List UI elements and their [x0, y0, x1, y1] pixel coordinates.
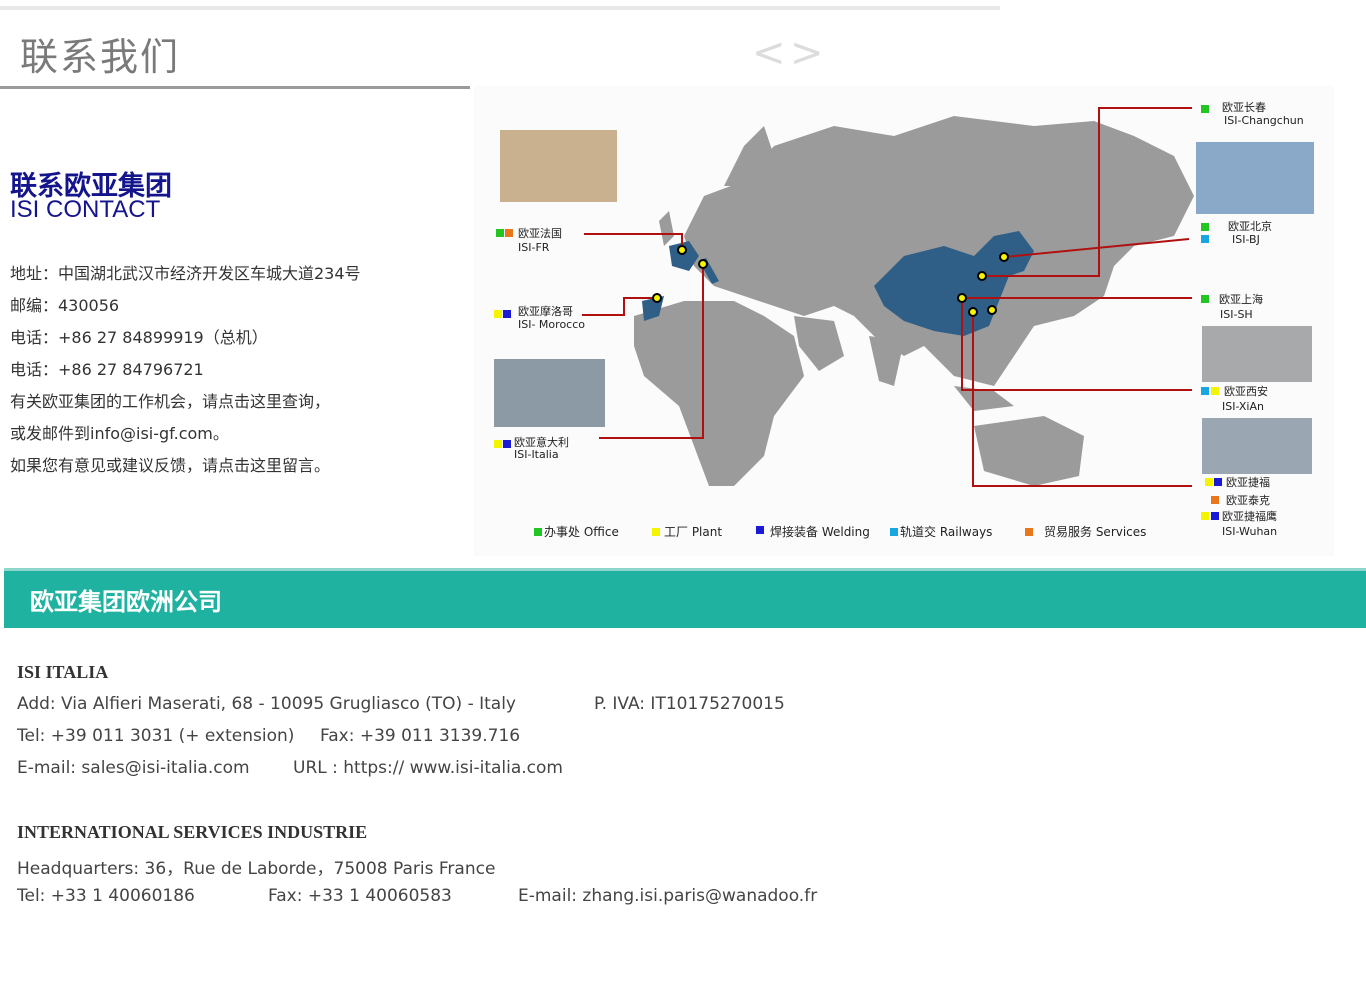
- label-wuhan-2: 欧亚泰克: [1226, 493, 1270, 507]
- label-italia-cn: 欧亚意大利: [514, 435, 569, 449]
- feedback-link[interactable]: 如果您有意见或建议反馈，请点击这里留言。: [10, 456, 330, 475]
- legend-office: 办事处 Office: [544, 524, 619, 539]
- jobs-link[interactable]: 有关欧亚集团的工作机会，请点击这里查询，: [10, 392, 330, 411]
- italia-fax: Fax: +39 011 3139.716: [320, 726, 521, 746]
- italia-address: Add: Via Alfieri Maserati, 68 - 10095 Gr…: [17, 694, 516, 714]
- chevron-left-icon[interactable]: <: [752, 30, 786, 76]
- label-sh-cn: 欧亚上海: [1219, 292, 1263, 306]
- label-bj-en: ISI-BJ: [1232, 233, 1260, 246]
- world-map: 欧亚法国 ISI-FR 欧亚摩洛哥 ISI- Morocco 欧亚意大利 ISI…: [474, 86, 1334, 556]
- page-title: 联系我们: [20, 35, 181, 79]
- photo-xian: [1202, 326, 1312, 382]
- label-fr-cn: 欧亚法国: [518, 226, 562, 240]
- company-name-italia: ISI ITALIA: [17, 662, 109, 682]
- contact-info: 地址：中国湖北武汉市经济开发区车城大道234号 邮编：430056 电话：+86…: [10, 258, 361, 482]
- legend-services: 贸易服务 Services: [1044, 524, 1146, 539]
- photo-beijing: [1196, 142, 1314, 214]
- title-underline: [0, 86, 470, 89]
- label-fr-en: ISI-FR: [518, 241, 550, 254]
- legend-railways: 轨道交 Railways: [900, 524, 992, 539]
- italia-email[interactable]: E-mail: sales@isi-italia.com: [17, 758, 250, 778]
- isi-headquarters: Headquarters: 36，Rue de Laborde，75008 Pa…: [17, 859, 496, 879]
- address: 地址：中国湖北武汉市经济开发区车城大道234号: [10, 264, 361, 283]
- slider-controls: < >: [752, 30, 824, 76]
- italia-vat: P. IVA: IT10175270015: [594, 694, 785, 714]
- photo-wuhan: [1202, 418, 1312, 474]
- italia-tel: Tel: +39 011 3031 (+ extension): [17, 726, 295, 746]
- label-changchun-en: ISI-Changchun: [1224, 114, 1304, 127]
- photo-italia: [494, 359, 605, 427]
- label-xian-cn: 欧亚西安: [1224, 384, 1268, 398]
- legend-plant: 工厂 Plant: [664, 525, 722, 539]
- europe-section-title: 欧亚集团欧洲公司: [30, 588, 222, 616]
- postcode: 邮编：430056: [10, 296, 120, 315]
- label-wuhan-3: 欧亚捷福鹰: [1222, 509, 1277, 523]
- phone-secondary: 电话：+86 27 84796721: [10, 360, 204, 379]
- photo-paris: [500, 130, 617, 202]
- isi-tel: Tel: +33 1 40060186: [17, 886, 195, 906]
- label-changchun-cn: 欧亚长春: [1222, 101, 1266, 114]
- label-wuhan-en: ISI-Wuhan: [1222, 525, 1277, 538]
- label-morocco-cn: 欧亚摩洛哥: [518, 304, 573, 318]
- top-divider: [0, 6, 1000, 10]
- company-name-isi: INTERNATIONAL SERVICES INDUSTRIE: [17, 822, 368, 842]
- legend-welding: 焊接装备 Welding: [770, 524, 870, 539]
- label-sh-en: ISI-SH: [1220, 308, 1253, 321]
- contact-title-en: ISI CONTACT: [10, 196, 161, 223]
- email-link[interactable]: 或发邮件到info@isi-gf.com。: [10, 424, 229, 443]
- label-xian-en: ISI-XiAn: [1222, 400, 1264, 413]
- label-bj-cn: 欧亚北京: [1228, 219, 1272, 233]
- phone-main: 电话：+86 27 84899919（总机）: [10, 328, 268, 347]
- label-wuhan-1: 欧亚捷福: [1226, 475, 1270, 489]
- label-italia-en: ISI-Italia: [514, 448, 559, 461]
- europe-section-bar: 欧亚集团欧洲公司: [4, 568, 1366, 628]
- label-morocco-en: ISI- Morocco: [518, 318, 585, 331]
- isi-fax: Fax: +33 1 40060583: [268, 886, 452, 906]
- isi-email[interactable]: E-mail: zhang.isi.paris@wanadoo.fr: [518, 886, 817, 906]
- chevron-right-icon[interactable]: >: [790, 30, 824, 76]
- italia-url[interactable]: URL : https:// www.isi-italia.com: [293, 758, 563, 778]
